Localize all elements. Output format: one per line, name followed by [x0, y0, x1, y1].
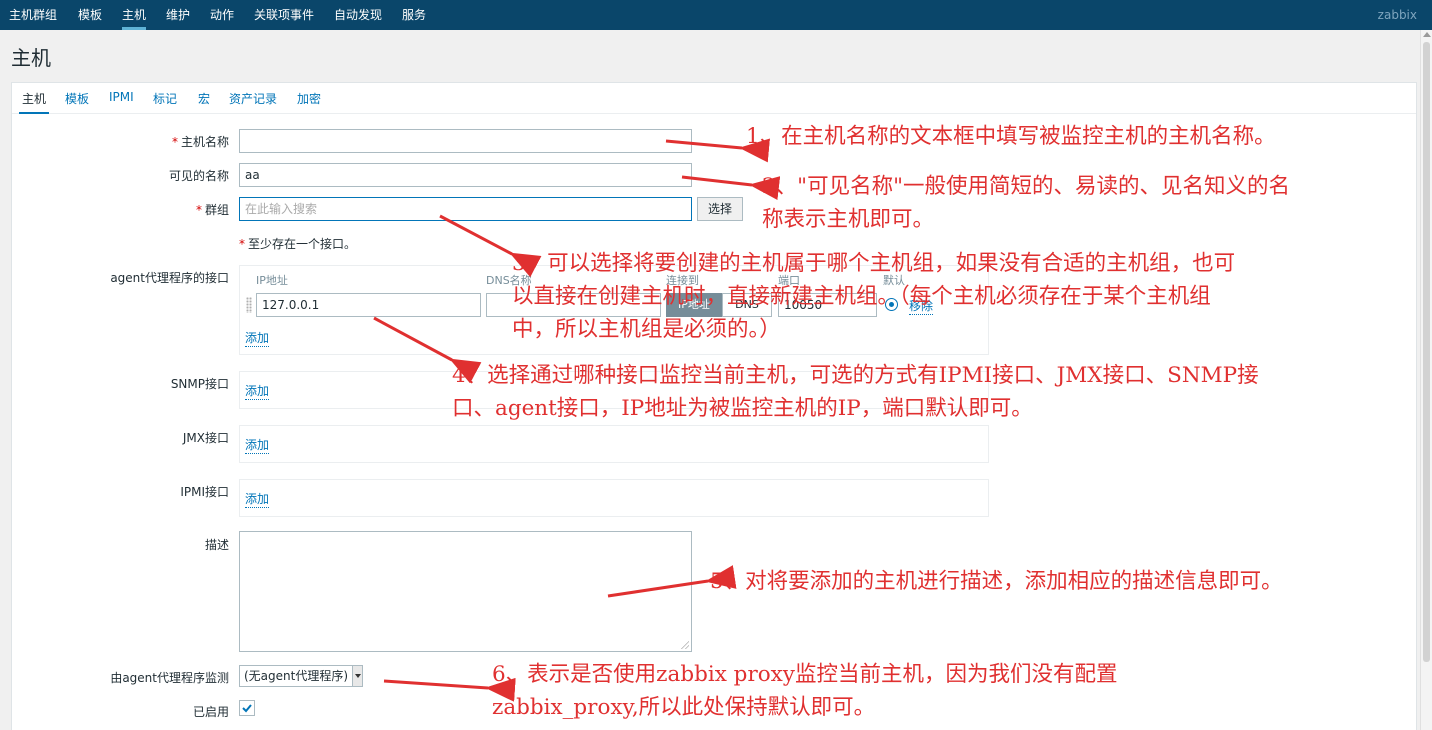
nav-actions[interactable]: 动作 — [210, 0, 234, 30]
jmx-box — [239, 425, 989, 463]
annotation-4: 4、选择通过哪种接口监控当前主机，可选的方式有IPMI接口、JMX接口、SNMP… — [452, 363, 1259, 421]
tab-inventory[interactable]: 资产记录 — [229, 90, 277, 114]
groups-select-button[interactable]: 选择 — [697, 197, 743, 221]
checkmark-icon — [242, 704, 252, 713]
nav-services[interactable]: 服务 — [402, 0, 426, 30]
tab-templates[interactable]: 模板 — [65, 90, 89, 114]
annotation-3: 3、可以选择将要创建的主机属于哪个主机组，如果没有合适的主机组，也可 以直接在创… — [512, 251, 1236, 342]
nav-hosts[interactable]: 主机 — [122, 0, 147, 30]
interface-required-note: * 至少存在一个接口。 — [239, 237, 357, 251]
agent-add-link[interactable]: 添加 — [245, 329, 270, 347]
nav-maintenance[interactable]: 维护 — [166, 0, 190, 30]
ipmi-add-link[interactable]: 添加 — [245, 490, 270, 508]
annotation-5: 5、对将要添加的主机进行描述，添加相应的描述信息即可。 — [710, 569, 1283, 594]
host-name-label: * 主机名称 — [171, 135, 229, 149]
nav-correlation[interactable]: 关联项事件 — [254, 0, 314, 30]
host-name-input[interactable] — [239, 129, 692, 153]
annotation-1: 1、在主机名称的文本框中填写被监控主机的主机名称。 — [746, 124, 1276, 149]
col-ip-header: IP地址 — [256, 274, 288, 287]
tab-encryption[interactable]: 加密 — [297, 90, 321, 114]
jmx-add-link[interactable]: 添加 — [245, 436, 270, 454]
proxy-select[interactable]: (无agent代理程序) — [239, 665, 363, 687]
scrollbar-thumb[interactable] — [1423, 42, 1430, 662]
enabled-checkbox[interactable] — [239, 700, 255, 716]
groups-search-input[interactable] — [239, 197, 692, 221]
zabbix-brand: zabbix — [1377, 8, 1417, 22]
nav-templates[interactable]: 模板 — [78, 0, 102, 30]
tab-host[interactable]: 主机 — [19, 90, 50, 114]
chevron-down-icon — [352, 666, 362, 686]
top-navigation: 主机群组 模板 主机 维护 动作 关联项事件 自动发现 服务 zabbix — [0, 0, 1432, 30]
proxy-selected-value: (无agent代理程序) — [244, 669, 349, 683]
scroll-up-icon[interactable] — [1423, 32, 1431, 37]
nav-host-groups[interactable]: 主机群组 — [9, 0, 57, 30]
tab-tags[interactable]: 标记 — [153, 90, 177, 114]
screen: 主机群组 模板 主机 维护 动作 关联项事件 自动发现 服务 zabbix 主机… — [0, 0, 1432, 730]
jmx-label: JMX接口 — [182, 431, 229, 445]
resize-grip-icon[interactable] — [681, 641, 689, 649]
groups-label: * 群组 — [195, 203, 229, 217]
tab-macros[interactable]: 宏 — [198, 90, 210, 114]
annotation-2: 2、"可见名称"一般使用简短的、易读的、见名知义的名 称表示主机即可。 — [762, 174, 1290, 232]
ipmi-label: IPMI接口 — [180, 485, 229, 499]
page-scrollbar[interactable] — [1420, 30, 1432, 730]
annotation-6: 6、表示是否使用zabbix proxy监控当前主机，因为我们没有配置 zabb… — [492, 662, 1118, 720]
drag-handle-icon[interactable] — [246, 297, 252, 313]
visible-name-label: 可见的名称 — [168, 169, 229, 183]
enabled-label: 已启用 — [192, 705, 229, 719]
form-tabs: 主机 模板 IPMI 标记 宏 资产记录 加密 — [12, 83, 1416, 114]
description-label: 描述 — [204, 538, 229, 552]
ipmi-box — [239, 479, 989, 517]
nav-discovery[interactable]: 自动发现 — [334, 0, 382, 30]
description-textarea[interactable] — [239, 531, 692, 652]
snmp-label: SNMP接口 — [170, 377, 229, 391]
visible-name-input[interactable] — [239, 163, 692, 187]
agent-ip-input[interactable] — [256, 293, 481, 317]
agent-interfaces-label: agent代理程序的接口 — [110, 271, 229, 285]
proxy-label: 由agent代理程序监测 — [110, 671, 229, 685]
tab-ipmi[interactable]: IPMI — [109, 90, 134, 114]
page-title: 主机 — [11, 46, 51, 70]
snmp-add-link[interactable]: 添加 — [245, 382, 270, 400]
